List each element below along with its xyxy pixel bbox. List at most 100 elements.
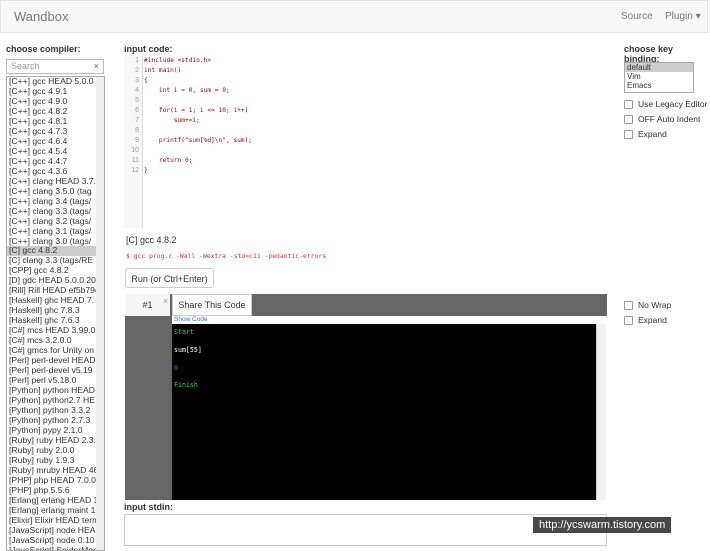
line-number: 10 bbox=[131, 147, 139, 154]
code-line[interactable]: } bbox=[144, 166, 252, 176]
compiler-item[interactable]: [C++] gcc 4.9.0 bbox=[7, 97, 104, 107]
compiler-item[interactable]: [C++] clang HEAD 3.7. bbox=[7, 177, 104, 187]
compiler-item[interactable]: [Python] pypy 2.1.0 bbox=[7, 426, 104, 436]
line-number: 9 bbox=[135, 137, 139, 144]
code-line[interactable]: int main() bbox=[144, 66, 252, 76]
clear-search-icon[interactable]: × bbox=[94, 61, 99, 71]
plugin-dropdown[interactable]: Plugin ▾ bbox=[665, 11, 701, 22]
compiler-item[interactable]: [Erlang] erlang maint 1 bbox=[7, 506, 104, 516]
line-number: 4 bbox=[135, 87, 139, 94]
no-wrap-checkbox[interactable]: No Wrap bbox=[624, 300, 671, 311]
compiler-item[interactable]: [Haskell] ghc 7.8.3 bbox=[7, 306, 104, 316]
compiler-item[interactable]: [C++] gcc HEAD 5.0.0 bbox=[7, 77, 104, 87]
compiler-item[interactable]: [PHP] php HEAD 7.0.0 bbox=[7, 476, 104, 486]
code-line[interactable]: for(i = 1; i <= 10; i++) bbox=[144, 106, 252, 116]
keybinding-option[interactable]: Emacs bbox=[625, 81, 693, 90]
checkbox-box[interactable] bbox=[624, 115, 633, 125]
compiler-item[interactable]: [C#] mcs 3.2.0.0 bbox=[7, 336, 104, 346]
compiler-item[interactable]: [Ruby] ruby 1.9.3 bbox=[7, 456, 104, 466]
compiler-item[interactable]: [JavaScript] node HEA bbox=[7, 526, 104, 536]
compiler-item[interactable]: [Perl] perl-devel HEAD bbox=[7, 356, 104, 366]
share-code-button[interactable]: Share This Code bbox=[172, 294, 252, 316]
compiler-item[interactable]: [Perl] perl v5.18.0 bbox=[7, 376, 104, 386]
compile-command: $ gcc prog.c -Wall -Wextra -std=c11 -ped… bbox=[126, 252, 327, 260]
compiler-item[interactable]: [JavaScript] SpiderMon bbox=[7, 546, 104, 550]
legacy-editor-checkbox[interactable]: Use Legacy Editor bbox=[624, 99, 707, 110]
compiler-item[interactable]: [C++] clang 3.0 (tags/ bbox=[7, 237, 104, 247]
navbar: Wandbox Source Plugin ▾ bbox=[0, 0, 708, 33]
compiler-item[interactable]: [Haskell] ghc 7.6.3 bbox=[7, 316, 104, 326]
compiler-item[interactable]: [C++] gcc 4.5.4 bbox=[7, 147, 104, 157]
keybinding-option[interactable]: Vim bbox=[625, 72, 693, 81]
compiler-item[interactable]: [C++] gcc 4.4.7 bbox=[7, 157, 104, 167]
compiler-search-input[interactable]: Search × bbox=[6, 59, 104, 74]
code-editor[interactable]: 1 2 3 4 5 6 7 8 9 10 11 12 #include <stdio.h> int ma… bbox=[124, 56, 604, 228]
code-line[interactable]: int i = 0, sum = 0; bbox=[144, 86, 252, 96]
compiler-item[interactable]: [Python] python 3.3.2 bbox=[7, 406, 104, 416]
code-line[interactable] bbox=[144, 126, 252, 136]
selected-compiler-name: [C] gcc 4.8.2 bbox=[126, 235, 177, 245]
compiler-item[interactable]: [C++] gcc 4.6.4 bbox=[7, 137, 104, 147]
run-button[interactable]: Run (or Ctrl+Enter) bbox=[125, 268, 214, 288]
compiler-item[interactable]: [C++] clang 3.1 (tags/ bbox=[7, 227, 104, 237]
output-line: sum[55] bbox=[174, 346, 202, 354]
compiler-item[interactable]: [C] clang 3.3 (tags/RE bbox=[7, 256, 104, 266]
expand-output-checkbox[interactable]: Expand bbox=[624, 315, 667, 326]
code-area[interactable]: #include <stdio.h> int main(){ int i = 0,… bbox=[144, 56, 252, 176]
code-line[interactable] bbox=[144, 96, 252, 106]
keybinding-select[interactable]: default Vim Emacs bbox=[624, 62, 694, 93]
compiler-item[interactable]: [C++] clang 3.3 (tags/ bbox=[7, 207, 104, 217]
compiler-item[interactable]: [Ruby] mruby HEAD 46 bbox=[7, 466, 104, 476]
watermark: http://ycswarm.tistory.com bbox=[533, 517, 672, 533]
compiler-item[interactable]: [Rill] Rill HEAD ef5b79c bbox=[7, 286, 104, 296]
checkbox-label: Expand bbox=[638, 315, 667, 325]
compiler-item[interactable]: [Ruby] ruby HEAD 2.3. bbox=[7, 436, 104, 446]
compiler-item[interactable]: [Erlang] erlang HEAD 1 bbox=[7, 496, 104, 506]
brand-logo[interactable]: Wandbox bbox=[14, 9, 68, 24]
show-code-link[interactable]: Show Code bbox=[174, 316, 208, 323]
source-link[interactable]: Source bbox=[621, 11, 653, 22]
compiler-item[interactable]: [C++] gcc 4.7.3 bbox=[7, 127, 104, 137]
compiler-item[interactable]: [CPP] gcc 4.8.2 bbox=[7, 266, 104, 276]
compiler-item[interactable]: [Ruby] ruby 2.0.0 bbox=[7, 446, 104, 456]
console-scrollbar[interactable] bbox=[596, 324, 606, 500]
compiler-item[interactable]: [C++] clang 3.4 (tags/ bbox=[7, 197, 104, 207]
compiler-item[interactable]: [C++] gcc 4.9.1 bbox=[7, 87, 104, 97]
code-line[interactable] bbox=[144, 146, 252, 156]
compiler-item[interactable]: [C] gcc 4.8.2 bbox=[7, 246, 104, 257]
compiler-item[interactable]: [Perl] perl-devel v5.19 bbox=[7, 366, 104, 376]
compiler-item[interactable]: [Elixir] Elixir HEAD term bbox=[7, 516, 104, 526]
checkbox-box[interactable] bbox=[624, 100, 633, 110]
line-number-gutter: 1 2 3 4 5 6 7 8 9 10 11 12 bbox=[124, 56, 143, 228]
compiler-item[interactable]: [C++] clang 3.2 (tags/ bbox=[7, 217, 104, 227]
code-line[interactable]: sum+=i; bbox=[144, 116, 252, 126]
line-number: 3 bbox=[135, 77, 139, 84]
line-number: 2 bbox=[135, 67, 139, 74]
compiler-item[interactable]: [C++] clang 3.5.0 (tag bbox=[7, 187, 104, 197]
code-line[interactable]: return 0; bbox=[144, 156, 252, 166]
compiler-item[interactable]: [Python] python HEAD bbox=[7, 386, 104, 396]
code-line[interactable]: printf("sum[%d]\n", sum); bbox=[144, 136, 252, 146]
checkbox-box[interactable] bbox=[624, 301, 633, 311]
compiler-item[interactable]: [C++] gcc 4.8.1 bbox=[7, 117, 104, 127]
compiler-item[interactable]: [C#] gmcs for Unity on bbox=[7, 346, 104, 356]
expand-editor-checkbox[interactable]: Expand bbox=[624, 129, 667, 140]
compiler-item[interactable]: [Python] python 2.7.3 bbox=[7, 416, 104, 426]
compiler-item[interactable]: [C++] gcc 4.8.2 bbox=[7, 107, 104, 117]
compiler-item[interactable]: [C#] mcs HEAD 3.99.0 bbox=[7, 326, 104, 336]
compiler-list[interactable]: [C++] gcc HEAD 5.0.0 [C++] gcc 4.9.1 [C++]… bbox=[6, 76, 105, 551]
code-line[interactable]: #include <stdio.h> bbox=[144, 56, 252, 66]
checkbox-box[interactable] bbox=[624, 130, 633, 140]
compiler-item[interactable]: [D] gdc HEAD 5.0.0 20 bbox=[7, 276, 104, 286]
compiler-item[interactable]: [Haskell] ghc HEAD 7. bbox=[7, 296, 104, 306]
checkbox-box[interactable] bbox=[624, 316, 633, 326]
compiler-item[interactable]: [PHP] php 5.5.6 bbox=[7, 486, 104, 496]
compiler-item[interactable]: [JavaScript] node 0.10 bbox=[7, 536, 104, 546]
auto-indent-checkbox[interactable]: OFF Auto Indent bbox=[624, 114, 700, 125]
compiler-list-scrollbar[interactable] bbox=[96, 77, 104, 550]
compiler-item[interactable]: [C++] gcc 4.3.6 bbox=[7, 167, 104, 177]
compiler-item[interactable]: [Python] python2.7 HE bbox=[7, 396, 104, 406]
code-line[interactable]: { bbox=[144, 76, 252, 86]
keybinding-option[interactable]: default bbox=[625, 63, 693, 72]
close-tab-icon[interactable]: × bbox=[163, 296, 168, 306]
